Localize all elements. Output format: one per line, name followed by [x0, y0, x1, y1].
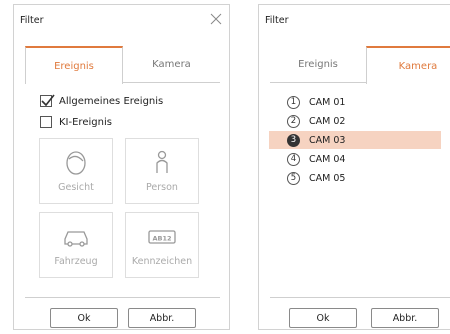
camera-label: CAM 04: [309, 153, 346, 165]
person-icon: [156, 150, 168, 173]
tile-person[interactable]: Person: [125, 138, 199, 204]
plate-text: AB12: [152, 235, 171, 243]
camera-row[interactable]: 2 CAM 02: [269, 112, 441, 130]
tile-label: Fahrzeug: [54, 256, 98, 267]
filter-dialog-event: Filter Ereignis Kamera Allgemeines Ereig…: [13, 4, 230, 330]
camera-number-badge: 4: [287, 152, 300, 166]
vehicle-icon: [64, 231, 88, 247]
tab-bar: Ereignis Kamera: [25, 46, 220, 84]
tile-label: Kennzeichen: [131, 256, 193, 267]
tile-license-plate[interactable]: AB12 Kennzeichen: [125, 212, 199, 278]
dialog-title: Filter: [265, 15, 289, 26]
camera-row[interactable]: 5 CAM 05: [269, 169, 441, 187]
divider: [25, 297, 220, 298]
camera-number-badge: 2: [287, 114, 300, 128]
camera-label: CAM 05: [309, 172, 346, 184]
tab-kamera[interactable]: Kamera: [123, 46, 220, 83]
checkbox-general-event[interactable]: Allgemeines Ereignis: [40, 94, 164, 107]
camera-row[interactable]: 1 CAM 01: [269, 93, 441, 111]
tile-face[interactable]: Gesicht: [39, 138, 113, 204]
checkbox-checked[interactable]: [40, 94, 55, 107]
tab-kamera[interactable]: Kamera: [366, 46, 450, 84]
divider: [270, 297, 450, 298]
tab-ereignis[interactable]: Ereignis: [270, 46, 366, 83]
checkbox-ai-event[interactable]: KI-Ereignis: [40, 116, 112, 128]
tab-bar: Ereignis Kamera: [270, 46, 450, 84]
close-icon[interactable]: [209, 12, 223, 26]
tile-label: Person: [146, 182, 178, 193]
ok-button[interactable]: Ok: [50, 308, 118, 328]
filter-dialog-camera: Filter Ereignis Kamera 1 CAM 01 2 CAM 02…: [258, 4, 450, 330]
camera-row-selected[interactable]: 3 CAM 03: [269, 131, 441, 149]
checkbox-unchecked[interactable]: [40, 116, 52, 128]
camera-label: CAM 02: [309, 115, 346, 127]
ok-button[interactable]: Ok: [289, 308, 357, 328]
license-plate-icon: AB12: [148, 230, 176, 244]
checkbox-label: Allgemeines Ereignis: [59, 95, 164, 107]
camera-number-badge: 3: [287, 133, 300, 147]
camera-label: CAM 03: [309, 134, 346, 146]
cancel-button[interactable]: Abbr.: [128, 308, 196, 328]
camera-number-badge: 5: [287, 171, 300, 185]
checkmark-icon: [41, 94, 55, 107]
checkbox-label: KI-Ereignis: [59, 116, 112, 128]
cancel-button[interactable]: Abbr.: [371, 308, 439, 328]
face-icon: [66, 151, 86, 175]
tile-vehicle[interactable]: Fahrzeug: [39, 212, 113, 278]
camera-number-badge: 1: [287, 95, 300, 109]
tile-label: Gesicht: [58, 182, 94, 193]
camera-label: CAM 01: [309, 96, 346, 108]
camera-row[interactable]: 4 CAM 04: [269, 150, 441, 168]
tab-ereignis[interactable]: Ereignis: [25, 46, 123, 84]
dialog-title: Filter: [20, 15, 44, 26]
